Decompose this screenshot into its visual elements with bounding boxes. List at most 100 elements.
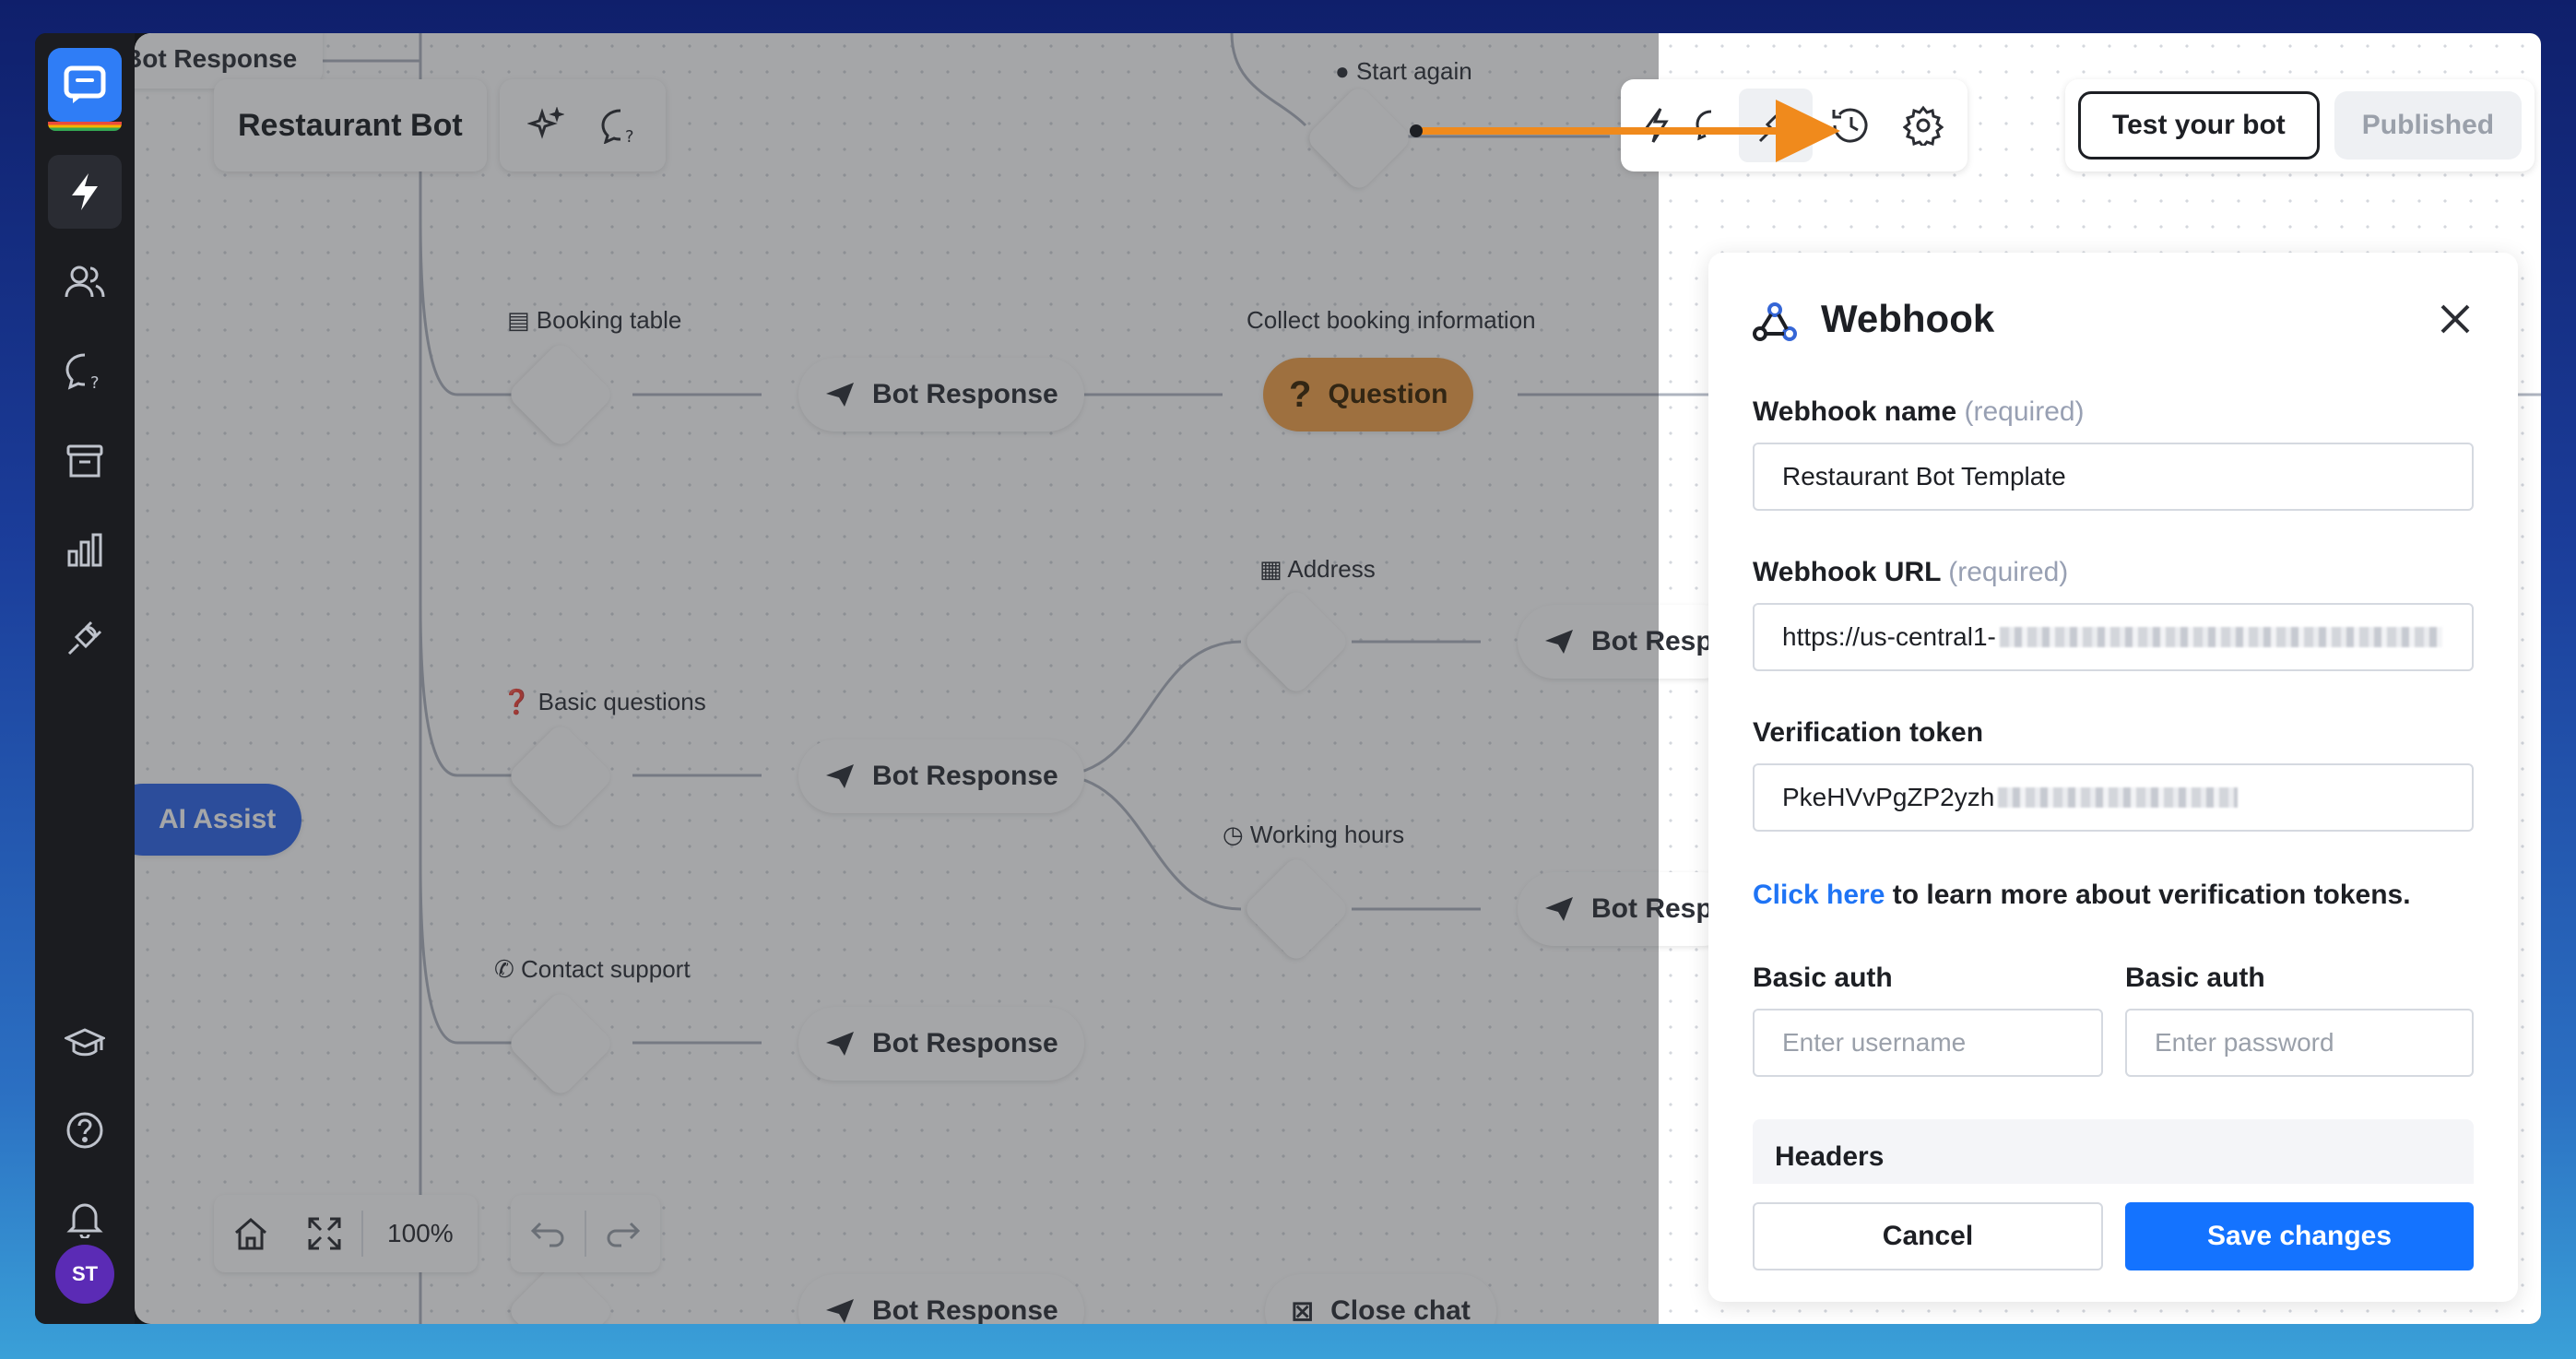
plug-icon — [67, 620, 102, 656]
send-icon — [826, 1299, 854, 1323]
test-bot-button[interactable]: Test your bot — [2078, 91, 2320, 160]
redacted-text — [1998, 787, 2239, 808]
verification-help-text: Click here to learn more about verificat… — [1753, 880, 2411, 911]
close-chat-node[interactable]: ⊠ Close chat — [1265, 1274, 1496, 1324]
help-icon — [66, 1112, 103, 1149]
bot-response-node-3[interactable]: Bot Response — [798, 1007, 1084, 1081]
node-title: Bot Response — [872, 761, 1058, 791]
annotation-arrow — [1410, 100, 1840, 162]
home-icon — [235, 1218, 266, 1250]
bot-name[interactable]: Restaurant Bot — [214, 108, 487, 144]
close-chat-icon: ⊠ — [1291, 1295, 1315, 1325]
start-again-label: ● Start again — [1335, 57, 1472, 85]
help-text: to learn more about verification tokens. — [1885, 880, 2411, 910]
question-node[interactable]: ? Question — [1263, 358, 1474, 431]
svg-text:?: ? — [625, 127, 634, 144]
basic-auth-password-label: Basic auth — [2125, 963, 2265, 993]
webhook-url-label: Webhook URL (required) — [1753, 557, 2069, 587]
history-controls — [511, 1195, 660, 1272]
publish-bar: Test your bot Published — [2065, 79, 2535, 171]
input-value: Restaurant Bot Template — [1782, 462, 2066, 490]
learn-more-link[interactable]: Click here — [1753, 880, 1885, 910]
sidebar-item-reports[interactable] — [48, 513, 122, 586]
user-avatar[interactable]: ST — [55, 1245, 114, 1304]
node-title: Bot Response — [872, 1295, 1058, 1324]
sparkles-button[interactable] — [509, 89, 583, 162]
booking-table-label: ▤ Booking table — [507, 306, 682, 334]
users-icon — [65, 266, 105, 298]
node-title: Bot Response — [872, 379, 1058, 409]
ai-assist-node[interactable]: AI Assist — [135, 784, 302, 856]
sparkles-icon — [527, 107, 564, 139]
webhook-icon — [1753, 302, 1797, 341]
chat-question-button[interactable]: ? — [583, 89, 656, 162]
contact-support-label: ✆ Contact support — [494, 955, 691, 983]
redacted-text — [1999, 627, 2442, 647]
question-mark-icon: ? — [1289, 373, 1312, 415]
save-changes-button[interactable]: Save changes — [2125, 1202, 2474, 1270]
verification-token-label: Verification token — [1753, 717, 1984, 748]
send-icon — [1545, 630, 1573, 654]
verification-token-input[interactable]: PkeHVvPgZP2yzh — [1753, 763, 2474, 832]
node-title: Bot Resp — [1591, 626, 1713, 656]
send-icon — [826, 1032, 854, 1056]
sidebar-item-integrations[interactable] — [48, 601, 122, 675]
bar-chart-icon — [67, 533, 102, 567]
send-icon — [1545, 897, 1573, 921]
chat-logo-icon — [64, 65, 106, 103]
webhook-name-input[interactable]: Restaurant Bot Template — [1753, 443, 2474, 511]
archive-icon — [66, 444, 103, 478]
bell-icon — [66, 1203, 103, 1238]
chat-question-icon: ? — [65, 353, 100, 390]
undo-icon — [530, 1222, 564, 1247]
bot-response-node-2[interactable]: Bot Response — [798, 739, 1084, 813]
bot-response-node-4[interactable]: Bot Response — [798, 1274, 1084, 1324]
close-icon[interactable] — [2433, 297, 2477, 341]
ai-tools-bar: ? — [500, 79, 666, 171]
left-sidebar: ? ST — [35, 33, 135, 1324]
address-label: ▦ Address — [1259, 555, 1376, 583]
sidebar-item-users[interactable] — [48, 245, 122, 319]
home-button[interactable] — [214, 1197, 288, 1270]
sidebar-item-help[interactable] — [48, 1093, 122, 1167]
bot-name-bar: Restaurant Bot — [214, 79, 487, 171]
password-input[interactable]: Enter password — [2125, 1009, 2474, 1077]
node-title: AI Assist — [159, 804, 277, 834]
send-icon — [826, 383, 854, 407]
lightning-icon — [72, 173, 98, 210]
node-title: Bot Response — [872, 1028, 1058, 1058]
settings-button[interactable] — [1886, 89, 1960, 162]
sidebar-item-academy[interactable] — [48, 1007, 122, 1081]
sidebar-item-automation[interactable] — [48, 155, 122, 229]
panel-title: Webhook — [1821, 297, 1995, 340]
redo-icon — [607, 1222, 641, 1247]
zoom-level[interactable]: 100% — [363, 1219, 478, 1248]
headers-label: Headers — [1775, 1141, 1885, 1172]
bot-response-node-hours[interactable]: Bot Resp — [1518, 872, 1739, 946]
webhook-panel: Webhook Webhook name (required) Restaura… — [1708, 253, 2518, 1302]
published-button[interactable]: Published — [2334, 91, 2523, 160]
sidebar-item-chats[interactable]: ? — [48, 334, 122, 408]
fit-screen-button[interactable] — [288, 1197, 361, 1270]
node-title: Question — [1328, 379, 1448, 409]
graduation-cap-icon — [65, 1028, 105, 1057]
sidebar-item-archive[interactable] — [48, 424, 122, 498]
node-title: Close chat — [1330, 1295, 1471, 1324]
undo-button[interactable] — [511, 1197, 585, 1270]
webhook-url-input[interactable]: https://us-central1- — [1753, 603, 2474, 671]
app-logo[interactable] — [48, 48, 122, 122]
basic-questions-label: ❓ Basic questions — [502, 688, 706, 715]
zoom-controls: 100% — [214, 1195, 478, 1272]
bot-response-node-1[interactable]: Bot Response — [798, 358, 1084, 431]
bot-response-node-address[interactable]: Bot Resp — [1518, 605, 1739, 679]
chat-question-icon: ? — [601, 109, 634, 144]
username-input[interactable]: Enter username — [1753, 1009, 2103, 1077]
svg-text:?: ? — [90, 373, 100, 390]
flow-canvas[interactable]: Bot Response ● Start again ▤ Booking tab… — [135, 33, 2541, 1324]
collect-booking-label: Collect booking information — [1247, 306, 1536, 334]
send-icon — [826, 764, 854, 788]
redo-button[interactable] — [586, 1197, 660, 1270]
input-value: PkeHVvPgZP2yzh — [1782, 783, 1995, 811]
cancel-button[interactable]: Cancel — [1753, 1202, 2103, 1270]
basic-auth-username-label: Basic auth — [1753, 963, 1893, 993]
